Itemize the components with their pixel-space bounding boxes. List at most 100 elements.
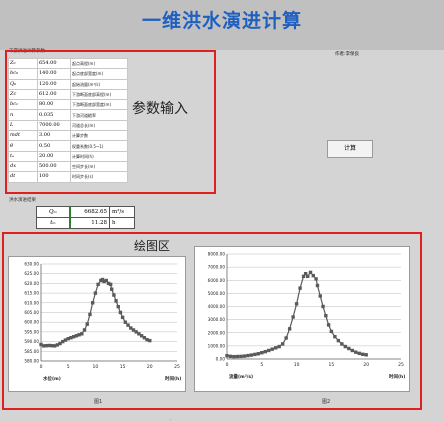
param-value[interactable]: 20.00 — [37, 150, 71, 162]
data-point — [118, 310, 123, 315]
data-point — [260, 351, 264, 355]
param-symbol: mdt — [8, 130, 38, 142]
x-tick-label: 20 — [147, 364, 153, 370]
y-tick-label: 595.00 — [24, 329, 39, 334]
result-value: 11.28 — [69, 217, 110, 229]
data-point — [80, 332, 84, 336]
param-symbol: bc₀ — [8, 68, 38, 80]
data-point — [82, 328, 87, 332]
param-description: 起点底部宽度(m) — [70, 68, 128, 80]
data-point — [116, 304, 120, 309]
data-point — [306, 274, 310, 279]
y-tick-label: 590.00 — [24, 339, 39, 344]
data-point — [232, 354, 236, 359]
chart-caption-2: 图2 — [322, 399, 331, 405]
data-point — [277, 344, 281, 349]
param-description: 计算步数 — [70, 130, 128, 142]
param-value[interactable]: 120.00 — [37, 78, 71, 90]
param-symbol: tₑ — [8, 150, 38, 162]
data-point — [108, 282, 113, 287]
x-tick-label: 15 — [329, 362, 335, 368]
data-point — [350, 348, 354, 353]
param-value[interactable]: 612.00 — [37, 88, 71, 101]
param-symbol: n — [8, 109, 38, 121]
param-description: 权重系数(0.5~1) — [70, 140, 128, 152]
param-row: L 7000.00 河道总长(m) — [8, 119, 128, 132]
calculate-button[interactable]: 计算 — [327, 140, 373, 158]
x-tick-label: 15 — [120, 364, 126, 370]
result-unit: m³/s — [109, 206, 135, 218]
x-tick-label: 25 — [398, 362, 404, 368]
result-table: Qₘ 6682.65 m³/s tₘ 11.28 h — [36, 206, 135, 229]
param-value[interactable]: 654.00 — [37, 57, 71, 70]
data-point — [96, 282, 100, 287]
param-row: Q₀ 120.00 起始流量(m³/s) — [8, 78, 128, 90]
x-tick-label: 5 — [260, 362, 263, 368]
param-value[interactable]: 0.50 — [37, 140, 71, 152]
param-row: dt 100 时间步长(s) — [8, 171, 128, 183]
data-point — [253, 352, 257, 357]
y-tick-label: 585.00 — [24, 349, 39, 354]
data-point — [333, 334, 337, 339]
data-point — [298, 286, 302, 290]
author-label: 作者:李保良 — [335, 52, 360, 57]
data-point — [126, 323, 130, 327]
param-description: 起始流量(m³/s) — [70, 78, 128, 90]
data-point — [280, 342, 285, 346]
param-description: 起点高程(m) — [70, 57, 128, 70]
param-symbol: L — [8, 119, 38, 132]
chart-caption-1: 图1 — [94, 399, 103, 405]
param-row: dx 500.00 空间步长(m) — [8, 160, 128, 173]
param-value[interactable]: 3.00 — [37, 130, 71, 142]
data-point — [326, 323, 331, 327]
x-axis-label: 时间(h) — [389, 373, 405, 380]
results-section-label: 洪水演进结果 — [9, 198, 36, 203]
result-symbol: Qₘ — [36, 206, 71, 218]
data-point — [120, 315, 125, 320]
data-point — [242, 354, 247, 358]
param-value[interactable]: 140.00 — [37, 68, 71, 80]
data-point — [228, 354, 233, 359]
data-point — [104, 278, 108, 283]
y-tick-label: 615.00 — [24, 291, 39, 296]
data-point — [148, 338, 152, 343]
param-value[interactable]: 80.00 — [37, 99, 71, 111]
param-description: 空间步长(m) — [70, 160, 128, 173]
data-point — [324, 313, 328, 318]
param-description: 下游断面底部宽度(m) — [70, 99, 128, 111]
data-point — [321, 304, 325, 309]
data-point — [340, 342, 344, 346]
data-point — [347, 346, 351, 351]
data-point — [110, 287, 114, 291]
plot-area-title: 绘图区 — [134, 239, 171, 253]
data-point — [225, 354, 229, 358]
param-row: bc₁ 80.00 下游断面底部宽度(m) — [8, 99, 128, 111]
data-point — [88, 312, 92, 317]
param-row: bc₀ 140.00 起点底部宽度(m) — [8, 68, 128, 80]
result-value: 6682.65 — [69, 206, 110, 218]
param-value[interactable]: 0.035 — [37, 109, 71, 121]
y-tick-label: 4000.00 — [208, 304, 226, 309]
data-point — [315, 283, 320, 288]
data-point — [123, 320, 128, 324]
data-point — [361, 352, 365, 356]
param-input-title: 参数输入 — [132, 101, 188, 117]
data-point — [357, 351, 361, 356]
param-symbol: Z₀ — [8, 57, 38, 70]
param-row: θ 0.50 权重系数(0.5~1) — [8, 140, 128, 152]
data-point — [364, 353, 368, 357]
param-row: Zc 612.00 下游断面底部高程(m) — [8, 88, 128, 101]
x-tick-label: 25 — [174, 364, 180, 370]
param-row: n 0.035 下游河道糙率 — [8, 109, 128, 121]
param-row: mdt 3.00 计算步数 — [8, 130, 128, 142]
data-point — [284, 336, 288, 340]
param-value[interactable]: 7000.00 — [37, 119, 71, 132]
param-value[interactable]: 100 — [37, 171, 71, 183]
y-tick-label: 600.00 — [24, 320, 39, 325]
data-point — [267, 348, 271, 353]
y-tick-label: 3000.00 — [208, 317, 226, 322]
param-value[interactable]: 500.00 — [37, 160, 71, 173]
param-symbol: θ — [8, 140, 38, 152]
y-tick-label: 8000.00 — [208, 252, 226, 257]
data-point — [90, 301, 95, 305]
